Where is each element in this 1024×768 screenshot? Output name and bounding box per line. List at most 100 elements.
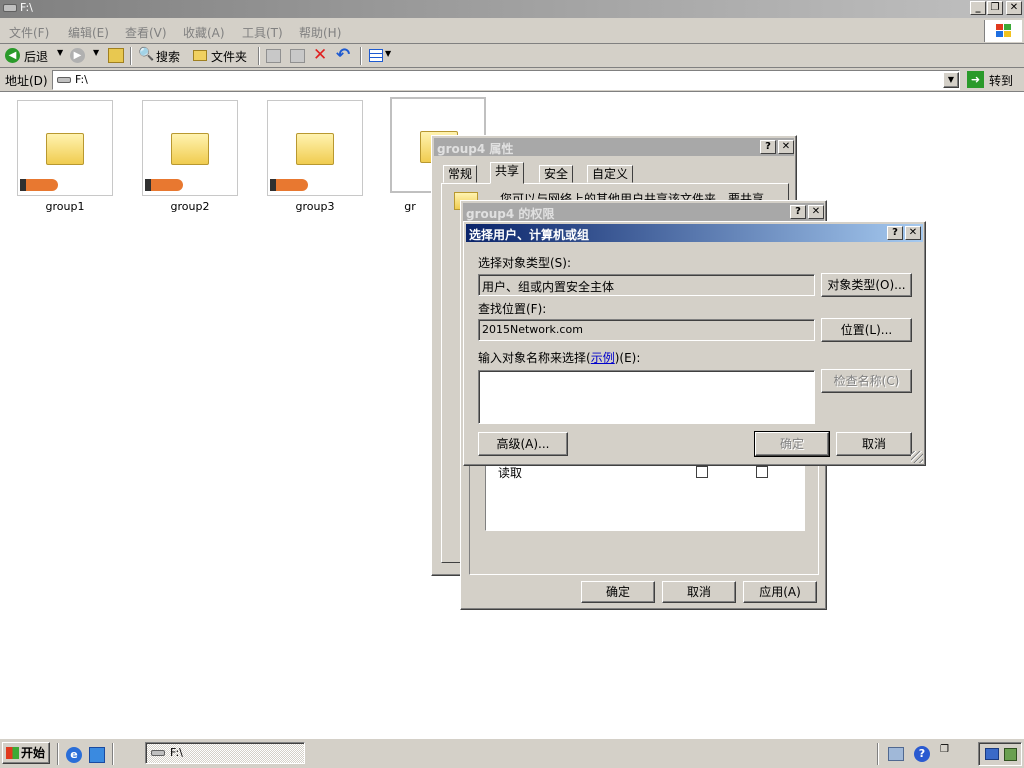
- help-button[interactable]: ?: [887, 226, 903, 240]
- start-label: 开始: [21, 746, 46, 760]
- move-to-icon[interactable]: [266, 49, 281, 63]
- restore-button[interactable]: ❐: [987, 1, 1003, 15]
- help-tray-icon[interactable]: ?: [914, 746, 930, 762]
- check-names-button[interactable]: 检查名称(C): [821, 369, 912, 393]
- address-input[interactable]: F:\ ▼: [52, 70, 960, 90]
- taskbar-separator: [112, 743, 114, 765]
- folder-icon: [171, 133, 209, 165]
- search-button[interactable]: 搜索: [156, 48, 180, 65]
- cancel-button[interactable]: 取消: [662, 581, 736, 603]
- delete-icon[interactable]: ✕: [313, 45, 327, 65]
- locations-button[interactable]: 位置(L)...: [821, 318, 912, 342]
- quick-launch-icon[interactable]: [89, 747, 105, 763]
- forward-dropdown-icon[interactable]: ▼: [93, 48, 99, 57]
- folder-name: group3: [295, 200, 335, 213]
- shield-tray-icon[interactable]: [1004, 748, 1017, 761]
- advanced-button[interactable]: 高级(A)...: [478, 432, 568, 456]
- location-field: 2015Network.com: [478, 319, 815, 341]
- folder-item[interactable]: [142, 100, 238, 196]
- select-users-titlebar: 选择用户、计算机或组 ? ✕: [466, 224, 923, 242]
- folder-item[interactable]: [267, 100, 363, 196]
- tab-security[interactable]: 安全: [539, 165, 574, 183]
- menu-tools[interactable]: 工具(T): [242, 24, 283, 41]
- object-type-label: 选择对象类型(S):: [478, 256, 572, 270]
- back-button[interactable]: 后退: [24, 48, 48, 65]
- close-button[interactable]: ✕: [905, 226, 921, 240]
- network-tray-icon[interactable]: [888, 747, 904, 761]
- shared-hand-icon: [20, 179, 58, 191]
- help-button[interactable]: ?: [760, 140, 776, 154]
- folder-name: group1: [45, 200, 85, 213]
- deny-read-checkbox[interactable]: [756, 466, 768, 478]
- ok-button[interactable]: 确定: [581, 581, 655, 603]
- menu-edit[interactable]: 编辑(E): [68, 24, 109, 41]
- close-button[interactable]: ✕: [778, 140, 794, 154]
- task-label: F:\: [170, 746, 183, 759]
- windows-logo-icon: [984, 20, 1022, 42]
- menu-view[interactable]: 查看(V): [125, 24, 167, 41]
- address-value: F:\: [75, 73, 88, 86]
- location-value: 2015Network.com: [482, 323, 583, 336]
- cancel-button[interactable]: 取消: [836, 432, 912, 456]
- object-names-input[interactable]: [478, 370, 815, 424]
- menu-help[interactable]: 帮助(H): [299, 24, 341, 41]
- go-button[interactable]: 转到: [989, 72, 1013, 89]
- properties-title: group4 属性: [437, 142, 514, 156]
- permission-read-label: 读取: [498, 466, 523, 480]
- properties-titlebar: group4 属性 ? ✕: [434, 138, 794, 156]
- shared-hand-icon: [145, 179, 183, 191]
- search-icon[interactable]: 🔍: [138, 47, 154, 62]
- views-icon[interactable]: [369, 49, 383, 62]
- tab-general[interactable]: 常规: [443, 165, 478, 183]
- close-button[interactable]: ✕: [1006, 1, 1022, 15]
- allow-read-checkbox[interactable]: [696, 466, 708, 478]
- drive-icon: [57, 77, 71, 83]
- address-dropdown-button[interactable]: ▼: [943, 72, 959, 88]
- select-users-dialog: 选择用户、计算机或组 ? ✕ 选择对象类型(S): 用户、组或内置安全主体 对象…: [463, 221, 926, 466]
- taskbar-separator: [877, 743, 879, 765]
- taskbar-separator: [57, 743, 59, 765]
- start-button[interactable]: 开始: [2, 742, 50, 764]
- toolbar: ◀ 后退 ▼ ▶ ▼ 🔍 搜索 文件夹 ✕ ↶ ▼: [0, 44, 1024, 68]
- object-type-value: 用户、组或内置安全主体: [482, 280, 615, 294]
- ok-button[interactable]: 确定: [754, 431, 830, 457]
- copy-to-icon[interactable]: [290, 49, 305, 63]
- tab-sharing[interactable]: 共享: [490, 162, 525, 184]
- folder-item[interactable]: [17, 100, 113, 196]
- folder-name: group2: [170, 200, 210, 213]
- apply-button[interactable]: 应用(A): [743, 581, 817, 603]
- menu-file[interactable]: 文件(F): [9, 24, 49, 41]
- shared-hand-icon: [270, 179, 308, 191]
- object-types-button[interactable]: 对象类型(O)...: [821, 273, 912, 297]
- taskbar: 开始 e F:\ ? ❐: [0, 738, 1024, 768]
- back-arrow-icon[interactable]: ◀: [5, 48, 20, 63]
- enter-names-label-start: 输入对象名称来选择(: [478, 351, 591, 365]
- minimize-button[interactable]: _: [970, 1, 986, 15]
- drive-icon: [151, 750, 165, 756]
- toolbar-separator: [258, 47, 260, 65]
- enter-names-label: 输入对象名称来选择(示例)(E):: [478, 349, 640, 366]
- examples-link[interactable]: 示例: [591, 351, 615, 365]
- back-dropdown-icon[interactable]: ▼: [57, 48, 63, 57]
- computer-tray-icon[interactable]: [985, 748, 999, 760]
- up-folder-icon[interactable]: [108, 48, 124, 63]
- folders-button[interactable]: 文件夹: [211, 48, 247, 65]
- address-bar: 地址(D) F:\ ▼ ➜ 转到: [0, 68, 1024, 92]
- window-titlebar: F:\ _ ❐ ✕: [0, 0, 1024, 18]
- tab-customize[interactable]: 自定义: [587, 165, 634, 183]
- help-button[interactable]: ?: [790, 205, 806, 219]
- folders-icon[interactable]: [193, 50, 207, 61]
- go-arrow-icon[interactable]: ➜: [967, 71, 984, 88]
- menu-favorites[interactable]: 收藏(A): [183, 24, 225, 41]
- close-button[interactable]: ✕: [808, 205, 824, 219]
- toolbar-separator: [130, 47, 132, 65]
- restore-tray-icon[interactable]: ❐: [940, 744, 949, 755]
- forward-arrow-icon[interactable]: ▶: [70, 48, 85, 63]
- menu-bar: 文件(F) 编辑(E) 查看(V) 收藏(A) 工具(T) 帮助(H): [0, 18, 1024, 44]
- window-title: F:\: [20, 1, 33, 14]
- internet-explorer-icon[interactable]: e: [66, 747, 82, 763]
- views-dropdown-icon[interactable]: ▼: [385, 49, 391, 58]
- taskbar-task-explorer[interactable]: F:\: [145, 742, 305, 764]
- undo-icon[interactable]: ↶: [336, 45, 350, 65]
- resize-grip-icon[interactable]: [911, 451, 923, 463]
